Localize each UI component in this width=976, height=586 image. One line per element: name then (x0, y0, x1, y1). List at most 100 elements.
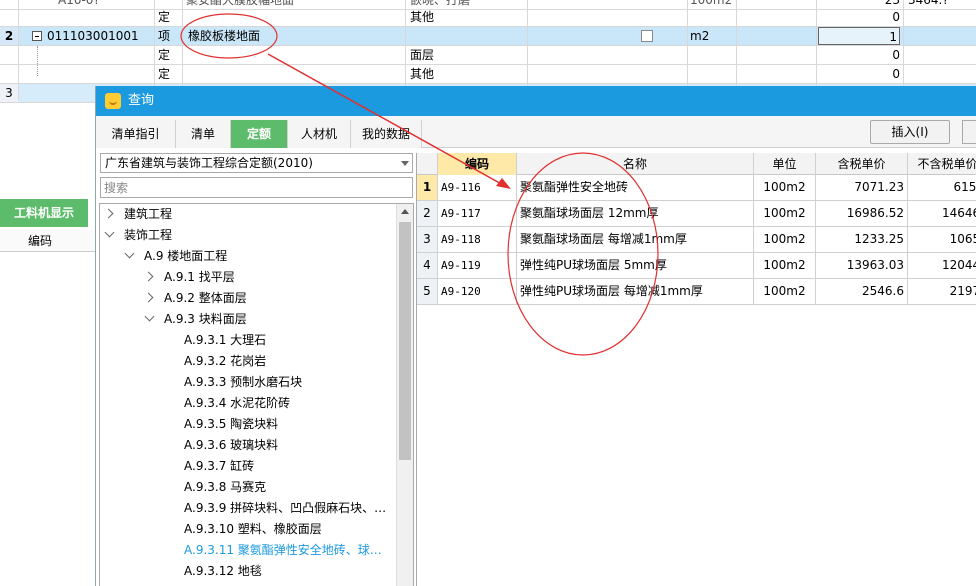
row-unit: 100m2 (754, 227, 816, 252)
row-name[interactable]: 橡胶板楼地面 (188, 27, 260, 45)
chevron-down-icon[interactable] (104, 227, 115, 238)
quota-results-table: 编码 名称 单位 含税单价 不含税单价 1 A9-116 聚氨酯弹性安全地砖 1… (416, 153, 976, 586)
tab-bill-guide[interactable]: 清单指引 (96, 120, 176, 148)
table-row[interactable]: 3 A9-118 聚氨酯球场面层 每增减1mm厚 100m2 1233.25 1… (417, 227, 976, 253)
chevron-right-icon[interactable] (143, 292, 154, 303)
chevron-down-icon[interactable] (124, 248, 135, 259)
tab-labor-material-machine[interactable]: 人材机 (288, 120, 351, 148)
column-header-code[interactable]: 编码 (438, 153, 517, 175)
collapse-icon[interactable] (32, 31, 42, 41)
chevron-down-icon[interactable] (144, 311, 155, 322)
extra-button[interactable] (962, 120, 976, 144)
row-code: A9-117 (438, 201, 517, 226)
row-notax-price: 1065. (908, 227, 976, 252)
row-code: A9-118 (438, 227, 517, 252)
tree-scrollbar[interactable] (396, 204, 413, 586)
row-code: A9-119 (438, 253, 517, 278)
row-name: 弹性纯PU球场面层 5mm厚 (517, 253, 754, 278)
column-header-name[interactable]: 名称 (517, 153, 754, 175)
table-row[interactable]: 2 A9-117 聚氨酯球场面层 12mm厚 100m2 16986.52 14… (417, 201, 976, 227)
tab-bill[interactable]: 清单 (176, 120, 231, 148)
row-qty: 0 (892, 48, 900, 62)
tree-item[interactable]: A.9.3.4 水泥花阶砖 (184, 393, 290, 413)
row-code: A9-120 (438, 279, 517, 304)
table-row[interactable]: 定 其他 0 (0, 65, 976, 84)
app-icon (105, 93, 121, 109)
row-type: 项 (158, 29, 171, 43)
chevron-right-icon[interactable] (103, 208, 114, 219)
row-content: 面层 (410, 48, 435, 62)
table-row[interactable]: 5 A9-120 弹性纯PU球场面层 每增减1mm厚 100m2 2546.6 … (417, 279, 976, 305)
tree-item-label: A.9.1 找平层 (164, 270, 235, 284)
row-tax-price: 7071.23 (816, 175, 908, 200)
tab-my-data[interactable]: 我的数据 (351, 120, 422, 148)
row-unit: m2 (690, 29, 710, 43)
tree-item-selected[interactable]: A.9.3.11 聚氨酯弹性安全地砖、球… (184, 540, 382, 560)
row-qty: 0 (892, 10, 900, 24)
tree-item[interactable]: A.9.3.8 马赛克 (184, 477, 266, 497)
tree-item[interactable]: A.9.3.1 大理石 (184, 330, 266, 350)
query-window: 查询 清单指引 清单 定额 人材机 我的数据 插入(I) 广东省建筑与装饰工程综… (95, 86, 976, 586)
column-header-unit[interactable]: 单位 (754, 153, 816, 175)
row-index: 5 (417, 279, 438, 304)
row-checkbox[interactable] (641, 30, 653, 42)
tree-item[interactable]: A.9.3.5 陶瓷块料 (184, 414, 278, 434)
table-row-selected[interactable]: 2 011103001001 项 橡胶板楼地面 m2 1 (0, 27, 976, 46)
tree-item[interactable]: A.9.3.6 玻璃块料 (184, 435, 278, 455)
row-unit: 100m2 (754, 175, 816, 200)
tree-item-label: 装饰工程 (124, 228, 173, 242)
tab-quota[interactable]: 定额 (231, 120, 288, 148)
column-header-tax-price[interactable]: 含税单价 (816, 153, 908, 175)
row-name: 聚氨酯球场面层 12mm厚 (517, 201, 754, 226)
tree-item-label: A.9.3 块料面层 (164, 312, 247, 326)
row-type: 定 (158, 67, 171, 81)
scroll-up-icon[interactable] (401, 209, 409, 214)
table-row[interactable]: 4 A9-119 弹性纯PU球场面层 5mm厚 100m2 13963.03 1… (417, 253, 976, 279)
row-code: 011103001001 (47, 29, 139, 43)
quantity-cell[interactable]: 1 (818, 27, 900, 45)
quota-library-value: 广东省建筑与装饰工程综合定额(2010) (105, 156, 313, 170)
row-qty: 0 (892, 67, 900, 81)
row-content: 其他 (410, 67, 435, 81)
insert-button[interactable]: 插入(I) (870, 120, 950, 144)
tab-bar: 清单指引 清单 定额 人材机 我的数据 插入(I) (96, 116, 976, 148)
table-row[interactable]: 定 其他 0 (0, 8, 976, 27)
tree-item-label: A.9 楼地面工程 (144, 249, 228, 263)
table-row[interactable]: 1 A9-116 聚氨酯弹性安全地砖 100m2 7071.23 6156 (417, 175, 976, 201)
row-content: 其他 (410, 10, 435, 24)
window-titlebar[interactable]: 查询 (96, 86, 976, 116)
row-index: 3 (417, 227, 438, 252)
tree-item[interactable]: A.9.3.3 预制水磨石块 (184, 372, 302, 392)
row-tax-price: 13963.03 (816, 253, 908, 278)
row-type: 定 (158, 48, 171, 62)
row-name: 弹性纯PU球场面层 每增减1mm厚 (517, 279, 754, 304)
tree-item[interactable]: A.9.3.9 拼碎块料、凹凸假麻石块、… (184, 498, 386, 518)
tree-connector (37, 46, 38, 76)
row-index: 1 (417, 175, 438, 200)
material-machine-display-button[interactable]: 工料机显示 (0, 199, 88, 227)
row-number: 2 (0, 27, 18, 45)
tree-item[interactable]: A.9.3.7 缸砖 (184, 456, 254, 476)
tree-item[interactable]: A.9.3.10 塑料、橡胶面层 (184, 519, 322, 539)
row-index: 4 (417, 253, 438, 278)
search-input[interactable] (100, 177, 413, 198)
row-tax-price: 1233.25 (816, 227, 908, 252)
quota-library-select[interactable]: 广东省建筑与装饰工程综合定额(2010) (100, 153, 413, 173)
column-header-notax-price[interactable]: 不含税单价 (908, 153, 976, 175)
row-type: 定 (158, 10, 171, 24)
row-tax-price: 16986.52 (816, 201, 908, 226)
row-notax-price: 12044. (908, 253, 976, 278)
index-header (417, 153, 438, 175)
row-notax-price: 14646. (908, 201, 976, 226)
tree-item-label: 建筑工程 (124, 207, 173, 221)
chevron-right-icon[interactable] (143, 271, 154, 282)
tree-item[interactable]: A.9.3.2 花岗岩 (184, 351, 266, 371)
tree-item[interactable]: A.9.3.12 地毯 (184, 561, 262, 581)
scroll-thumb[interactable] (399, 222, 411, 460)
chapter-tree: 建筑工程 装饰工程 A.9 楼地面工程 A.9.1 找平层 A.9.2 整体面层… (99, 203, 414, 586)
row-unit: 100m2 (754, 279, 816, 304)
window-title: 查询 (128, 93, 155, 108)
chevron-down-icon (401, 161, 409, 166)
row-tax-price: 2546.6 (816, 279, 908, 304)
table-row[interactable]: 定 面层 0 (0, 46, 976, 65)
